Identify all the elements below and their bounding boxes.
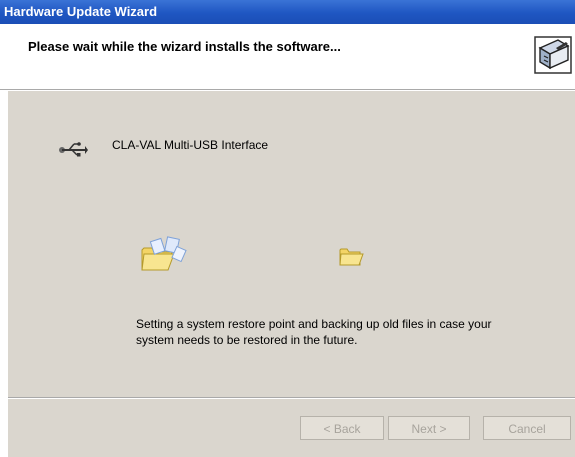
window-title: Hardware Update Wizard (4, 4, 158, 19)
folder-icon (339, 248, 364, 266)
wizard-header: Please wait while the wizard installs th… (0, 24, 575, 89)
device-name: CLA-VAL Multi-USB Interface (112, 138, 269, 152)
next-button[interactable]: Next > (388, 416, 470, 440)
folder-with-flying-pages-icon (141, 236, 187, 271)
wizard-window: Hardware Update Wizard Please wait while… (0, 0, 575, 457)
status-message: Setting a system restore point and backi… (136, 317, 492, 347)
header-title: Please wait while the wizard installs th… (28, 39, 341, 54)
hardware-wizard-icon (534, 36, 572, 74)
wizard-body (8, 91, 575, 397)
usb-icon (59, 142, 88, 157)
back-button[interactable]: < Back (300, 416, 384, 440)
cancel-button[interactable]: Cancel (483, 416, 571, 440)
title-bar[interactable]: Hardware Update Wizard (0, 0, 575, 24)
